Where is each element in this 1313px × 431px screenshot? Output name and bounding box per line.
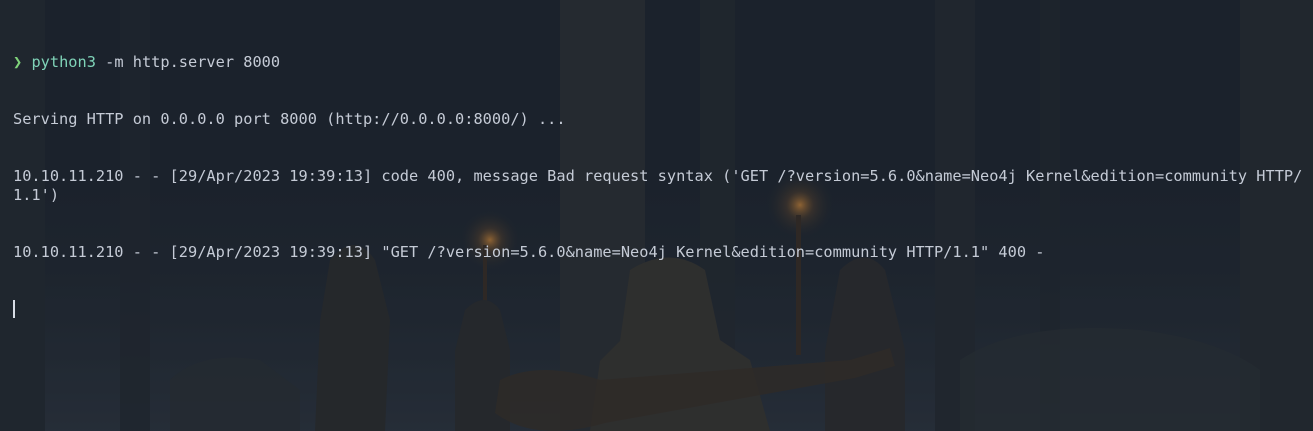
output-line: Serving HTTP on 0.0.0.0 port 8000 (http:…	[13, 110, 566, 128]
input-line[interactable]	[13, 300, 1305, 320]
text-cursor	[13, 300, 15, 318]
terminal-output[interactable]: ❯ python3 -m http.server 8000 Serving HT…	[13, 15, 1305, 358]
command-name: python3	[31, 53, 96, 71]
prompt-line: ❯ python3 -m http.server 8000	[13, 53, 1305, 72]
command-args: -m http.server 8000	[95, 53, 281, 71]
terminal-window[interactable]: ❯ python3 -m http.server 8000 Serving HT…	[0, 0, 1313, 431]
output-line: 10.10.11.210 - - [29/Apr/2023 19:39:13] …	[13, 243, 1045, 261]
prompt-arrow-icon: ❯	[13, 53, 23, 71]
output-line: 10.10.11.210 - - [29/Apr/2023 19:39:13] …	[13, 167, 1303, 204]
